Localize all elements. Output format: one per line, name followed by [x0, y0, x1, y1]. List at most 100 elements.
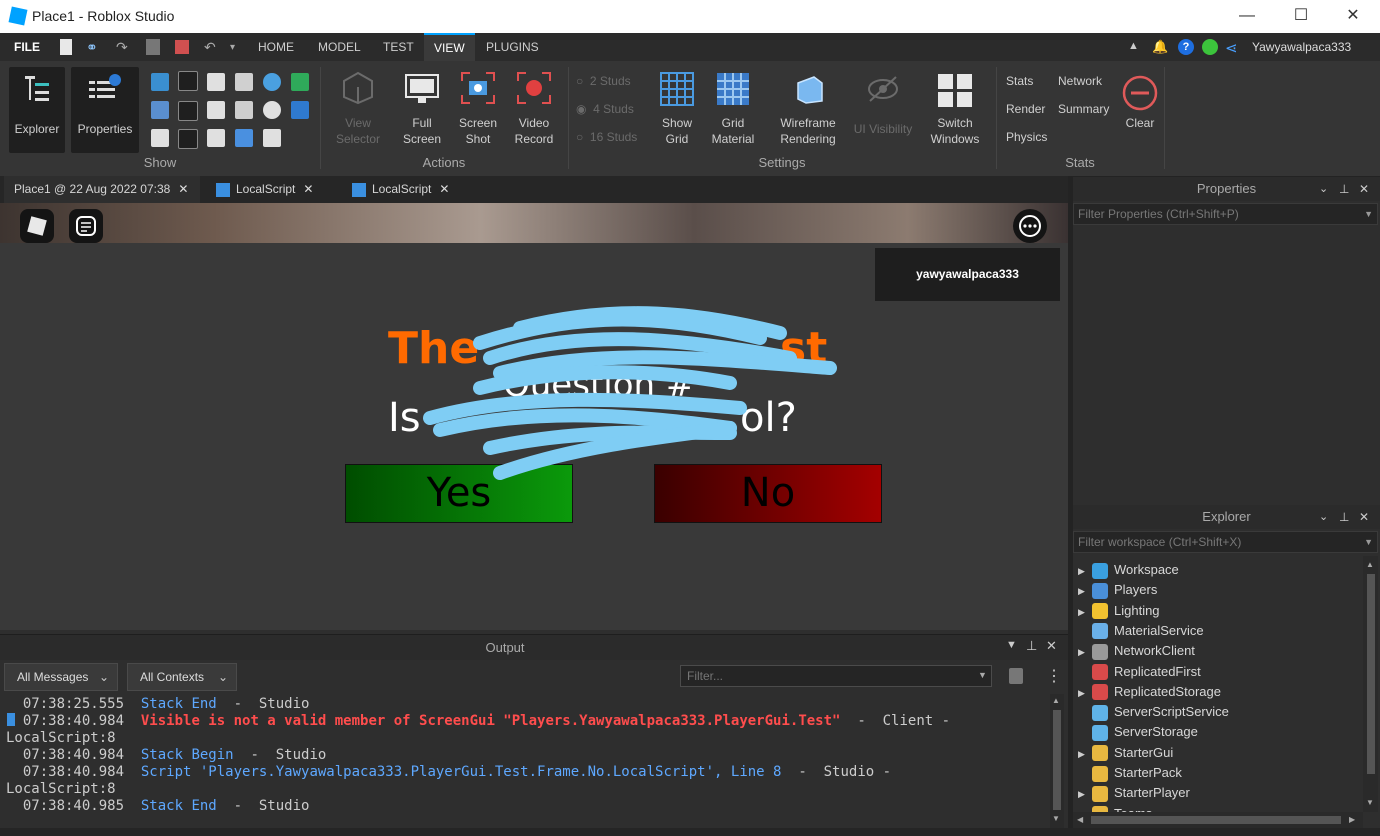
binoculars-icon[interactable]: ⚭ [86, 39, 102, 55]
studs-16-radio[interactable]: ○ 16 Studs [576, 129, 637, 145]
panel-dropdown-icon[interactable]: ⌄ [1319, 505, 1328, 529]
expand-arrow-icon[interactable]: ▶ [1078, 683, 1092, 703]
chat-button[interactable] [69, 209, 103, 243]
undo-icon[interactable]: ↶ [204, 39, 220, 55]
explorer-item-serverscriptservice[interactable]: ServerScriptService [1078, 702, 1229, 722]
trash-icon[interactable] [1009, 668, 1023, 684]
script-performance-icon[interactable] [235, 73, 253, 91]
output-scrollbar[interactable]: ▲ ▼ [1050, 694, 1064, 828]
explorer-item-starterplayer[interactable]: ▶ StarterPlayer [1078, 783, 1190, 803]
render-button[interactable]: Render [1006, 101, 1045, 117]
explorer-item-workspace[interactable]: ▶ Workspace [1078, 560, 1179, 580]
filter-dropdown-icon[interactable]: ▼ [1364, 532, 1373, 552]
call-stack-icon[interactable] [263, 101, 281, 119]
pin-icon[interactable]: ⊥ [1026, 638, 1037, 654]
tab-test[interactable]: TEST [383, 33, 414, 61]
script-editor-icon[interactable] [178, 129, 198, 149]
team-test-icon[interactable] [207, 129, 225, 147]
close-panel-icon[interactable]: ✕ [1046, 638, 1057, 654]
scroll-up-icon[interactable]: ▲ [1052, 696, 1060, 705]
tab-localscript-1[interactable]: LocalScript ✕ [206, 176, 340, 203]
terrain-editor-icon[interactable] [151, 101, 169, 119]
expand-arrow-icon[interactable]: ▶ [1078, 744, 1092, 764]
device-emulator-icon[interactable] [291, 101, 309, 119]
scroll-down-icon[interactable]: ▼ [1052, 814, 1060, 823]
notification-bell-icon[interactable]: 🔔 [1152, 39, 1168, 55]
help-icon[interactable]: ? [1178, 39, 1194, 55]
studs-2-radio[interactable]: ○ 2 Studs [576, 73, 631, 89]
close-tab-icon[interactable]: ✕ [303, 182, 313, 196]
explorer-item-startergui[interactable]: ▶ StarterGui [1078, 743, 1173, 763]
toolbox-icon[interactable] [151, 73, 169, 91]
new-file-icon[interactable] [60, 39, 72, 55]
scroll-left-icon[interactable]: ◀ [1077, 815, 1083, 824]
switch-windows-button[interactable]: Switch Windows [922, 67, 988, 153]
explorer-item-networkclient[interactable]: ▶ NetworkClient [1078, 641, 1195, 661]
stop-icon[interactable] [175, 40, 189, 54]
customize-toolbar-icon[interactable]: ▾ [230, 42, 246, 58]
stats-button[interactable]: Stats [1006, 73, 1033, 89]
find-results-icon[interactable] [263, 73, 281, 91]
roblox-menu-button[interactable] [20, 209, 54, 243]
close-panel-icon[interactable]: ✕ [1359, 177, 1369, 201]
explorer-button[interactable]: Explorer [9, 67, 65, 153]
pin-icon[interactable]: ⊥ [1339, 505, 1349, 529]
output-icon[interactable] [178, 101, 198, 121]
close-panel-icon[interactable]: ✕ [1359, 505, 1369, 529]
network-button[interactable]: Network [1058, 73, 1102, 89]
tab-localscript-2[interactable]: LocalScript ✕ [342, 176, 468, 203]
tab-view[interactable]: VIEW [424, 33, 475, 61]
status-online-icon[interactable] [1202, 39, 1218, 55]
view-selector-button[interactable]: View Selector [330, 67, 386, 153]
wireframe-rendering-button[interactable]: Wireframe Rendering [770, 67, 846, 153]
explorer-item-replicatedfirst[interactable]: ReplicatedFirst [1078, 662, 1201, 682]
physics-button[interactable]: Physics [1006, 129, 1047, 145]
screen-shot-button[interactable]: Screen Shot [450, 67, 506, 153]
scroll-down-icon[interactable]: ▼ [1366, 798, 1374, 807]
panel-dropdown-icon[interactable]: ▼ [1006, 639, 1017, 651]
player-name-badge[interactable]: yawyawalpaca333 [875, 248, 1060, 301]
properties-button[interactable]: Properties [71, 67, 139, 153]
expand-arrow-icon[interactable]: ▶ [1078, 581, 1092, 601]
scroll-thumb[interactable] [1091, 816, 1341, 824]
full-screen-button[interactable]: Full Screen [394, 67, 450, 153]
scroll-thumb[interactable] [1053, 710, 1061, 810]
expand-arrow-icon[interactable]: ▶ [1078, 784, 1092, 804]
clear-stats-button[interactable]: Clear [1118, 67, 1162, 153]
tab-home[interactable]: HOME [258, 33, 294, 61]
command-bar-icon[interactable] [178, 71, 198, 91]
asset-manager-icon[interactable] [207, 73, 225, 91]
tab-place1[interactable]: Place1 @ 22 Aug 2022 07:38 ✕ [4, 176, 200, 203]
close-tab-icon[interactable]: ✕ [439, 182, 449, 196]
grid-material-button[interactable]: Grid Material [706, 67, 760, 153]
collaborators-icon[interactable] [235, 129, 253, 147]
more-options-button[interactable] [1013, 209, 1047, 243]
maximize-button[interactable]: ☐ [1278, 4, 1324, 28]
game-viewport[interactable]: yawyawalpaca333 The st Question # Is ol?… [0, 203, 1068, 630]
explorer-item-serverstorage[interactable]: ServerStorage [1078, 722, 1198, 742]
explorer-item-lighting[interactable]: ▶ Lighting [1078, 601, 1160, 621]
expand-arrow-icon[interactable]: ▶ [1078, 561, 1092, 581]
filter-dropdown-icon[interactable]: ▼ [978, 670, 987, 680]
explorer-scrollbar[interactable]: ▲ ▼ [1363, 556, 1378, 812]
collapse-ribbon-icon[interactable]: ▲ [1128, 40, 1144, 56]
plugin-icon[interactable] [146, 39, 160, 55]
minimize-button[interactable]: — [1224, 4, 1270, 28]
explorer-hscrollbar[interactable]: ◀ ▶ [1073, 812, 1363, 828]
username[interactable]: Yawyawalpaca333 [1252, 33, 1351, 61]
watch-icon[interactable] [263, 129, 281, 147]
show-grid-button[interactable]: Show Grid [650, 67, 704, 153]
pin-icon[interactable]: ⊥ [1339, 177, 1349, 201]
ui-visibility-button[interactable]: UI Visibility [848, 67, 918, 153]
video-record-button[interactable]: Video Record [506, 67, 562, 153]
explorer-item-teams[interactable]: Teams [1078, 804, 1152, 812]
close-tab-icon[interactable]: ✕ [178, 182, 188, 196]
explorer-filter-input[interactable]: Filter workspace (Ctrl+Shift+X) ▼ [1073, 531, 1378, 553]
explorer-item-replicatedstorage[interactable]: ▶ ReplicatedStorage [1078, 682, 1221, 702]
panel-dropdown-icon[interactable]: ⌄ [1319, 177, 1328, 201]
studs-4-radio[interactable]: ◉ 4 Studs [576, 101, 634, 117]
script-analysis-icon[interactable] [291, 73, 309, 91]
tag-editor-icon[interactable] [235, 101, 253, 119]
tab-model[interactable]: MODEL [318, 33, 361, 61]
properties-filter-input[interactable]: Filter Properties (Ctrl+Shift+P) ▼ [1073, 203, 1378, 225]
